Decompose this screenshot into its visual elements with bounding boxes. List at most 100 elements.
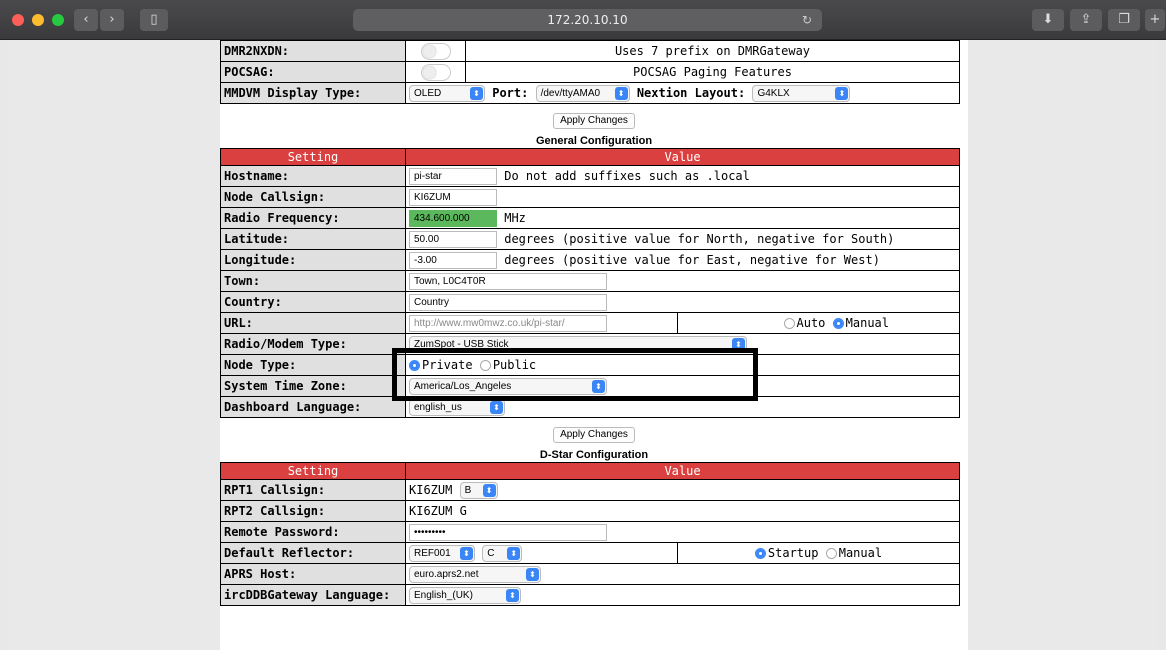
port-select[interactable]: /dev/ttyAMA0 ⬍ — [535, 84, 630, 102]
select-value: REF001 — [414, 547, 451, 559]
back-icon[interactable]: ‹ — [74, 9, 98, 31]
reflector-select[interactable]: REF001 ⬍ — [409, 544, 475, 562]
column-header: Value — [405, 148, 960, 166]
row-label: RPT2 Callsign: — [220, 500, 406, 522]
section-title: General Configuration — [535, 135, 653, 147]
row-label: DMR2NXDN: — [220, 40, 406, 62]
pocsag-toggle[interactable] — [420, 63, 451, 81]
row-label: Dashboard Language: — [220, 396, 406, 418]
row-label: Node Callsign: — [220, 186, 406, 208]
nextion-label: Nextion Layout: — [636, 85, 746, 100]
row-label: Default Reflector: — [220, 542, 406, 564]
tabs-icon[interactable]: ❐ — [1108, 9, 1140, 31]
page-viewport: DMR2NXDN: Uses 7 prefix on DMRGateway PO… — [8, 40, 1158, 650]
section-title: D-Star Configuration — [539, 449, 649, 461]
aprs-host-select[interactable]: euro.aprs2.net ⬍ — [409, 565, 541, 583]
radio-label: Auto — [796, 316, 826, 330]
dmr2nxdn-toggle[interactable] — [420, 42, 451, 60]
forward-icon[interactable]: › — [100, 9, 124, 31]
select-arrow-icon: ⬍ — [490, 400, 503, 414]
url-text: 172.20.10.10 — [547, 13, 628, 27]
select-arrow-icon: ⬍ — [460, 546, 473, 560]
column-header: Setting — [220, 462, 406, 480]
rpt2-callsign: KI6ZUM G — [405, 500, 960, 522]
row-label: Town: — [220, 270, 406, 292]
apply-changes-button[interactable]: Apply Changes — [553, 113, 635, 129]
row-label: Latitude: — [220, 228, 406, 250]
select-arrow-icon: ⬍ — [614, 86, 628, 100]
row-desc: POCSAG Paging Features — [465, 61, 960, 83]
port-label: Port: — [492, 85, 529, 100]
latitude-input[interactable]: 50.00 — [409, 230, 497, 248]
select-arrow-icon: ⬍ — [526, 567, 539, 581]
highlight-box — [392, 348, 758, 401]
reflector-module-select[interactable]: C ⬍ — [482, 544, 523, 562]
apply-changes-button[interactable]: Apply Changes — [553, 427, 635, 443]
row-label: URL: — [220, 312, 406, 334]
select-value: euro.aprs2.net — [414, 568, 479, 580]
reflector-manual-radio[interactable] — [825, 548, 837, 559]
irc-language-select[interactable]: English_(UK) ⬍ — [409, 586, 521, 604]
row-label: Country: — [220, 291, 406, 313]
select-arrow-icon: ⬍ — [835, 86, 849, 100]
download-icon[interactable]: ⬇ — [1032, 9, 1064, 31]
frequency-input[interactable]: 434.600.000 — [409, 209, 497, 227]
select-arrow-icon: ⬍ — [470, 86, 483, 100]
hostname-input[interactable]: pi-star — [409, 167, 497, 185]
url-input[interactable]: http://www.mw0mwz.co.uk/pi-star/ — [409, 314, 607, 332]
row-label: MMDVM Display Type: — [220, 82, 406, 104]
unit-text: MHz — [504, 210, 526, 225]
hint-text: degrees (positive value for North, negat… — [504, 231, 895, 246]
radio-label: Startup — [767, 546, 819, 560]
language-select[interactable]: english_us ⬍ — [409, 398, 505, 416]
address-bar[interactable]: 172.20.10.10 ↻ — [353, 9, 822, 31]
select-value: C — [487, 547, 495, 559]
column-header: Value — [405, 462, 960, 480]
reflector-startup-radio[interactable] — [754, 548, 766, 559]
row-label: POCSAG: — [220, 61, 406, 83]
country-input[interactable]: Country — [409, 293, 607, 311]
zoom-window-button[interactable] — [52, 14, 64, 26]
select-value: /dev/ttyAMA0 — [540, 87, 601, 99]
browser-toolbar: ‹ › ▯ 172.20.10.10 ↻ ⬇ ⇪ ❐ + — [0, 0, 1166, 40]
browser-window: ‹ › ▯ 172.20.10.10 ↻ ⬇ ⇪ ❐ + DMR2NXDN: U… — [0, 0, 1166, 650]
new-tab-icon[interactable]: + — [1145, 9, 1165, 31]
remote-password-input[interactable]: ••••••••• — [409, 523, 607, 541]
radio-label: Manual — [845, 316, 889, 330]
radio-label: Manual — [838, 546, 883, 560]
row-label: Radio Frequency: — [220, 207, 406, 229]
town-input[interactable]: Town, L0C4T0R — [409, 272, 607, 290]
select-arrow-icon: ⬍ — [507, 546, 521, 560]
sidebar-icon[interactable]: ▯ — [140, 9, 168, 31]
column-header: Setting — [220, 148, 406, 166]
row-label: System Time Zone: — [220, 375, 406, 397]
longitude-input[interactable]: -3.00 — [409, 251, 497, 269]
select-value: G4KLX — [757, 87, 790, 99]
select-value: English_(UK) — [414, 589, 473, 601]
callsign-input[interactable]: KI6ZUM — [409, 188, 497, 206]
row-label: ircDDBGateway Language: — [220, 584, 406, 606]
row-label: Remote Password: — [220, 521, 406, 543]
hint-text: Do not add suffixes such as .local — [504, 168, 750, 183]
select-value: B — [464, 484, 472, 496]
select-arrow-icon: ⬍ — [506, 588, 519, 602]
minimize-window-button[interactable] — [32, 14, 44, 26]
page-body: DMR2NXDN: Uses 7 prefix on DMRGateway PO… — [220, 40, 968, 650]
hint-text: degrees (positive value for East, negati… — [504, 252, 880, 267]
select-value: english_us — [414, 401, 462, 413]
close-window-button[interactable] — [12, 14, 24, 26]
mmdvm-table: DMR2NXDN: Uses 7 prefix on DMRGateway PO… — [220, 40, 960, 104]
select-arrow-icon: ⬍ — [482, 483, 496, 497]
reload-icon[interactable]: ↻ — [802, 9, 812, 31]
display-type-select[interactable]: OLED ⬍ — [409, 84, 485, 102]
rpt1-module-select[interactable]: B ⬍ — [459, 481, 498, 499]
url-manual-radio[interactable] — [832, 318, 844, 329]
row-label: Node Type: — [220, 354, 406, 376]
nextion-layout-select[interactable]: G4KLX ⬍ — [752, 84, 851, 102]
dstar-config-table: Setting Value RPT1 Callsign: KI6ZUM B ⬍ RP… — [220, 462, 960, 606]
row-label: Hostname: — [220, 165, 406, 187]
url-auto-radio[interactable] — [783, 318, 795, 329]
row-label: Longitude: — [220, 249, 406, 271]
share-icon[interactable]: ⇪ — [1070, 9, 1102, 31]
row-label: RPT1 Callsign: — [220, 479, 406, 501]
